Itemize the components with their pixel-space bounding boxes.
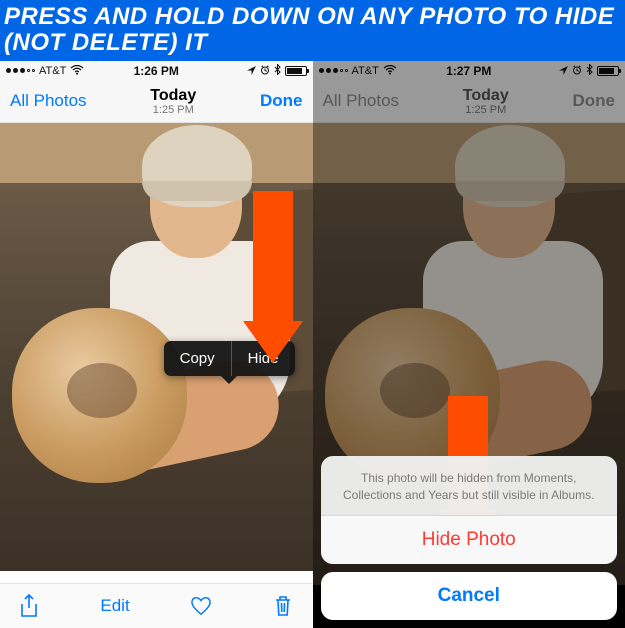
- nav-title: Today 1:25 PM: [463, 87, 509, 116]
- trash-icon[interactable]: [272, 595, 294, 617]
- popover-hide[interactable]: Hide: [232, 341, 295, 376]
- instruction-banner: PRESS AND HOLD DOWN ON ANY PHOTO TO HIDE…: [0, 0, 625, 61]
- photo-toolbar: Edit: [0, 583, 313, 628]
- done-button: Done: [572, 91, 615, 111]
- screen-before: AT&T 1:26 PM All Photos Today 1:25 PM Do…: [0, 61, 313, 628]
- nav-title-main: Today: [463, 87, 509, 105]
- nav-title-sub: 1:25 PM: [150, 104, 196, 116]
- battery-icon: [285, 66, 307, 76]
- popover-copy[interactable]: Copy: [164, 341, 231, 376]
- nav-title-sub: 1:25 PM: [463, 104, 509, 116]
- sheet-message: This photo will be hidden from Moments, …: [321, 456, 618, 514]
- nav-bar: All Photos Today 1:25 PM Done: [313, 81, 625, 123]
- screenshot-pair: AT&T 1:26 PM All Photos Today 1:25 PM Do…: [0, 61, 625, 628]
- status-bar: AT&T 1:26 PM: [0, 61, 313, 81]
- share-icon[interactable]: [18, 595, 40, 617]
- nav-title-main: Today: [150, 87, 196, 105]
- status-bar: AT&T 1:27 PM: [313, 61, 625, 81]
- hide-photo-button[interactable]: Hide Photo: [321, 515, 618, 564]
- cancel-button[interactable]: Cancel: [321, 572, 618, 620]
- screen-after: AT&T 1:27 PM All Photos Today 1:25 PM Do…: [313, 61, 625, 628]
- status-time: 1:26 PM: [0, 64, 313, 78]
- nav-bar: All Photos Today 1:25 PM Done: [0, 81, 313, 123]
- done-button[interactable]: Done: [260, 91, 303, 111]
- edit-button[interactable]: Edit: [100, 596, 129, 616]
- nav-title: Today 1:25 PM: [150, 87, 196, 116]
- back-button[interactable]: All Photos: [10, 91, 87, 111]
- back-button: All Photos: [323, 91, 400, 111]
- longpress-popover: Copy Hide: [164, 341, 295, 376]
- action-sheet: This photo will be hidden from Moments, …: [321, 456, 618, 619]
- status-time: 1:27 PM: [313, 64, 625, 78]
- battery-icon: [597, 66, 619, 76]
- favorite-icon[interactable]: [190, 595, 212, 617]
